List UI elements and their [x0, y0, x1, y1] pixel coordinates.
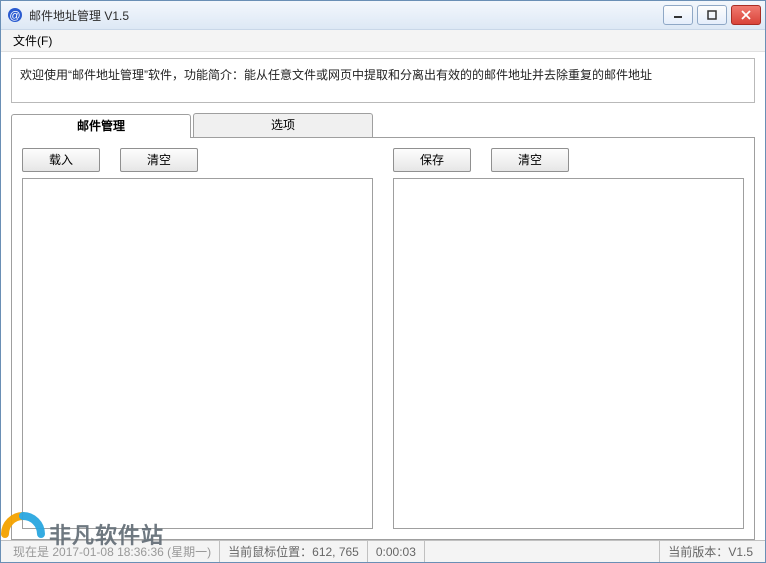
- status-mouse-label: 当前鼠标位置：: [228, 543, 312, 560]
- tab-options[interactable]: 选项: [193, 113, 373, 137]
- right-listbox[interactable]: [393, 178, 744, 529]
- svg-text:@: @: [9, 10, 20, 22]
- status-version-value: V1.5: [728, 545, 753, 559]
- status-mouse-value: 612, 765: [312, 545, 359, 559]
- menubar: 文件(F): [1, 30, 765, 52]
- menu-file[interactable]: 文件(F): [5, 30, 60, 51]
- status-spacer: [425, 541, 660, 562]
- clear-left-button[interactable]: 清空: [120, 148, 198, 172]
- titlebar[interactable]: @ 邮件地址管理 V1.5: [1, 0, 765, 30]
- status-mouse: 当前鼠标位置： 612, 765: [220, 541, 368, 562]
- app-icon: @: [7, 7, 23, 23]
- status-datetime-value: 2017-01-08 18:36:36 (星期一): [52, 543, 211, 560]
- save-button[interactable]: 保存: [393, 148, 471, 172]
- maximize-button[interactable]: [697, 5, 727, 25]
- left-button-row: 载入 清空: [22, 148, 373, 172]
- minimize-button[interactable]: [663, 5, 693, 25]
- status-datetime: 现在是 2017-01-08 18:36:36 (星期一): [5, 541, 220, 562]
- statusbar: 现在是 2017-01-08 18:36:36 (星期一) 当前鼠标位置： 61…: [1, 540, 765, 562]
- window-title: 邮件地址管理 V1.5: [29, 7, 663, 24]
- right-button-row: 保存 清空: [393, 148, 744, 172]
- status-version: 当前版本： V1.5: [660, 541, 761, 562]
- tab-panel-manage: 载入 清空 保存 清空: [11, 137, 755, 540]
- right-pane: 保存 清空: [393, 148, 744, 529]
- client-area: 欢迎使用“邮件地址管理”软件，功能简介：能从任意文件或网页中提取和分离出有效的的…: [1, 52, 765, 540]
- app-window: @ 邮件地址管理 V1.5 文件(F) 欢迎使用“邮件地址管理”软件，功能简介：…: [0, 0, 766, 563]
- status-now-label: 现在是: [13, 543, 49, 560]
- clear-right-button[interactable]: 清空: [491, 148, 569, 172]
- close-button[interactable]: [731, 5, 761, 25]
- left-pane: 载入 清空: [22, 148, 373, 529]
- tab-strip: 邮件管理 选项: [11, 113, 755, 137]
- load-button[interactable]: 载入: [22, 148, 100, 172]
- tabs-area: 邮件管理 选项 载入 清空 保存 清空: [11, 113, 755, 540]
- status-version-label: 当前版本：: [668, 543, 728, 560]
- window-controls: [663, 5, 761, 25]
- left-listbox[interactable]: [22, 178, 373, 529]
- status-elapsed: 0:00:03: [368, 541, 425, 562]
- tab-email-manage[interactable]: 邮件管理: [11, 114, 191, 138]
- welcome-text: 欢迎使用“邮件地址管理”软件，功能简介：能从任意文件或网页中提取和分离出有效的的…: [11, 58, 755, 103]
